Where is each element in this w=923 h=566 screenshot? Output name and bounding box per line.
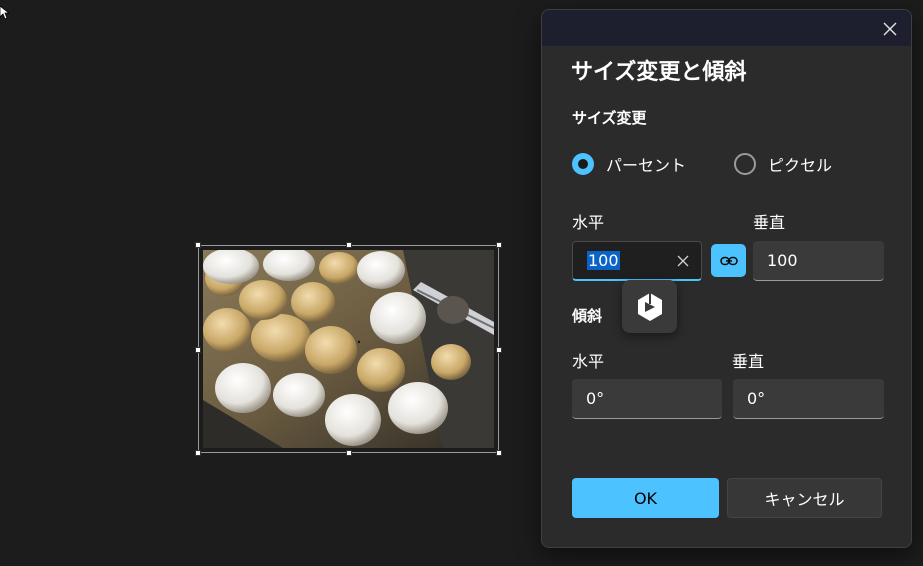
skew-vertical-input[interactable]: 0° [733,379,884,419]
skew-horizontal-value: 0° [586,389,605,408]
radio-percent-indicator [572,153,594,175]
radio-pixel-label: ピクセル [768,156,833,175]
skew-vertical-value: 0° [747,389,766,408]
skew-horizontal-input[interactable]: 0° [572,379,722,419]
radio-percent[interactable]: パーセント [572,152,686,176]
resize-horizontal-value: 100 [587,251,620,270]
app-logo-popup[interactable] [622,280,677,333]
selected-image[interactable] [195,242,502,456]
link-icon [719,256,738,265]
cancel-button[interactable]: キャンセル [727,478,882,518]
radio-percent-label: パーセント [606,156,687,175]
skew-horizontal-label: 水平 [572,352,605,371]
resize-horizontal-label: 水平 [572,213,605,232]
clear-icon[interactable] [675,253,691,269]
resize-vertical-label: 垂直 [753,213,786,232]
radio-pixel[interactable]: ピクセル [734,152,832,176]
skew-vertical-label: 垂直 [732,352,765,371]
resize-handle-right[interactable] [496,347,502,353]
ok-button[interactable]: OK [572,478,719,518]
skew-section-label: 傾斜 [572,307,603,325]
resize-handle-left[interactable] [195,347,201,353]
resize-handle-bottom-right[interactable] [496,450,502,456]
radio-pixel-indicator [734,153,756,175]
photo-boiling-eggs [203,250,494,448]
resize-vertical-value: 100 [767,251,798,270]
app-logo-icon [637,292,662,321]
resize-handle-bottom-left[interactable] [195,450,201,456]
close-button[interactable] [879,18,901,40]
dialog-title: サイズ変更と傾斜 [571,60,747,85]
resize-handle-top-right[interactable] [496,242,502,248]
close-icon [883,22,897,36]
lock-aspect-ratio-button[interactable] [711,244,746,277]
photo-illustration [203,250,494,448]
resize-skew-dialog: サイズ変更と傾斜 サイズ変更 パーセント ピクセル 水平 垂直 100 100 … [541,9,912,548]
resize-section-label: サイズ変更 [572,109,647,127]
resize-handle-top-left[interactable] [195,242,201,248]
resize-vertical-input[interactable]: 100 [753,241,884,281]
dialog-title-bar [542,10,911,46]
resize-handle-bottom[interactable] [346,450,352,456]
resize-handle-top[interactable] [346,242,352,248]
resize-horizontal-input[interactable]: 100 [572,241,702,281]
canvas-area[interactable] [0,0,540,566]
